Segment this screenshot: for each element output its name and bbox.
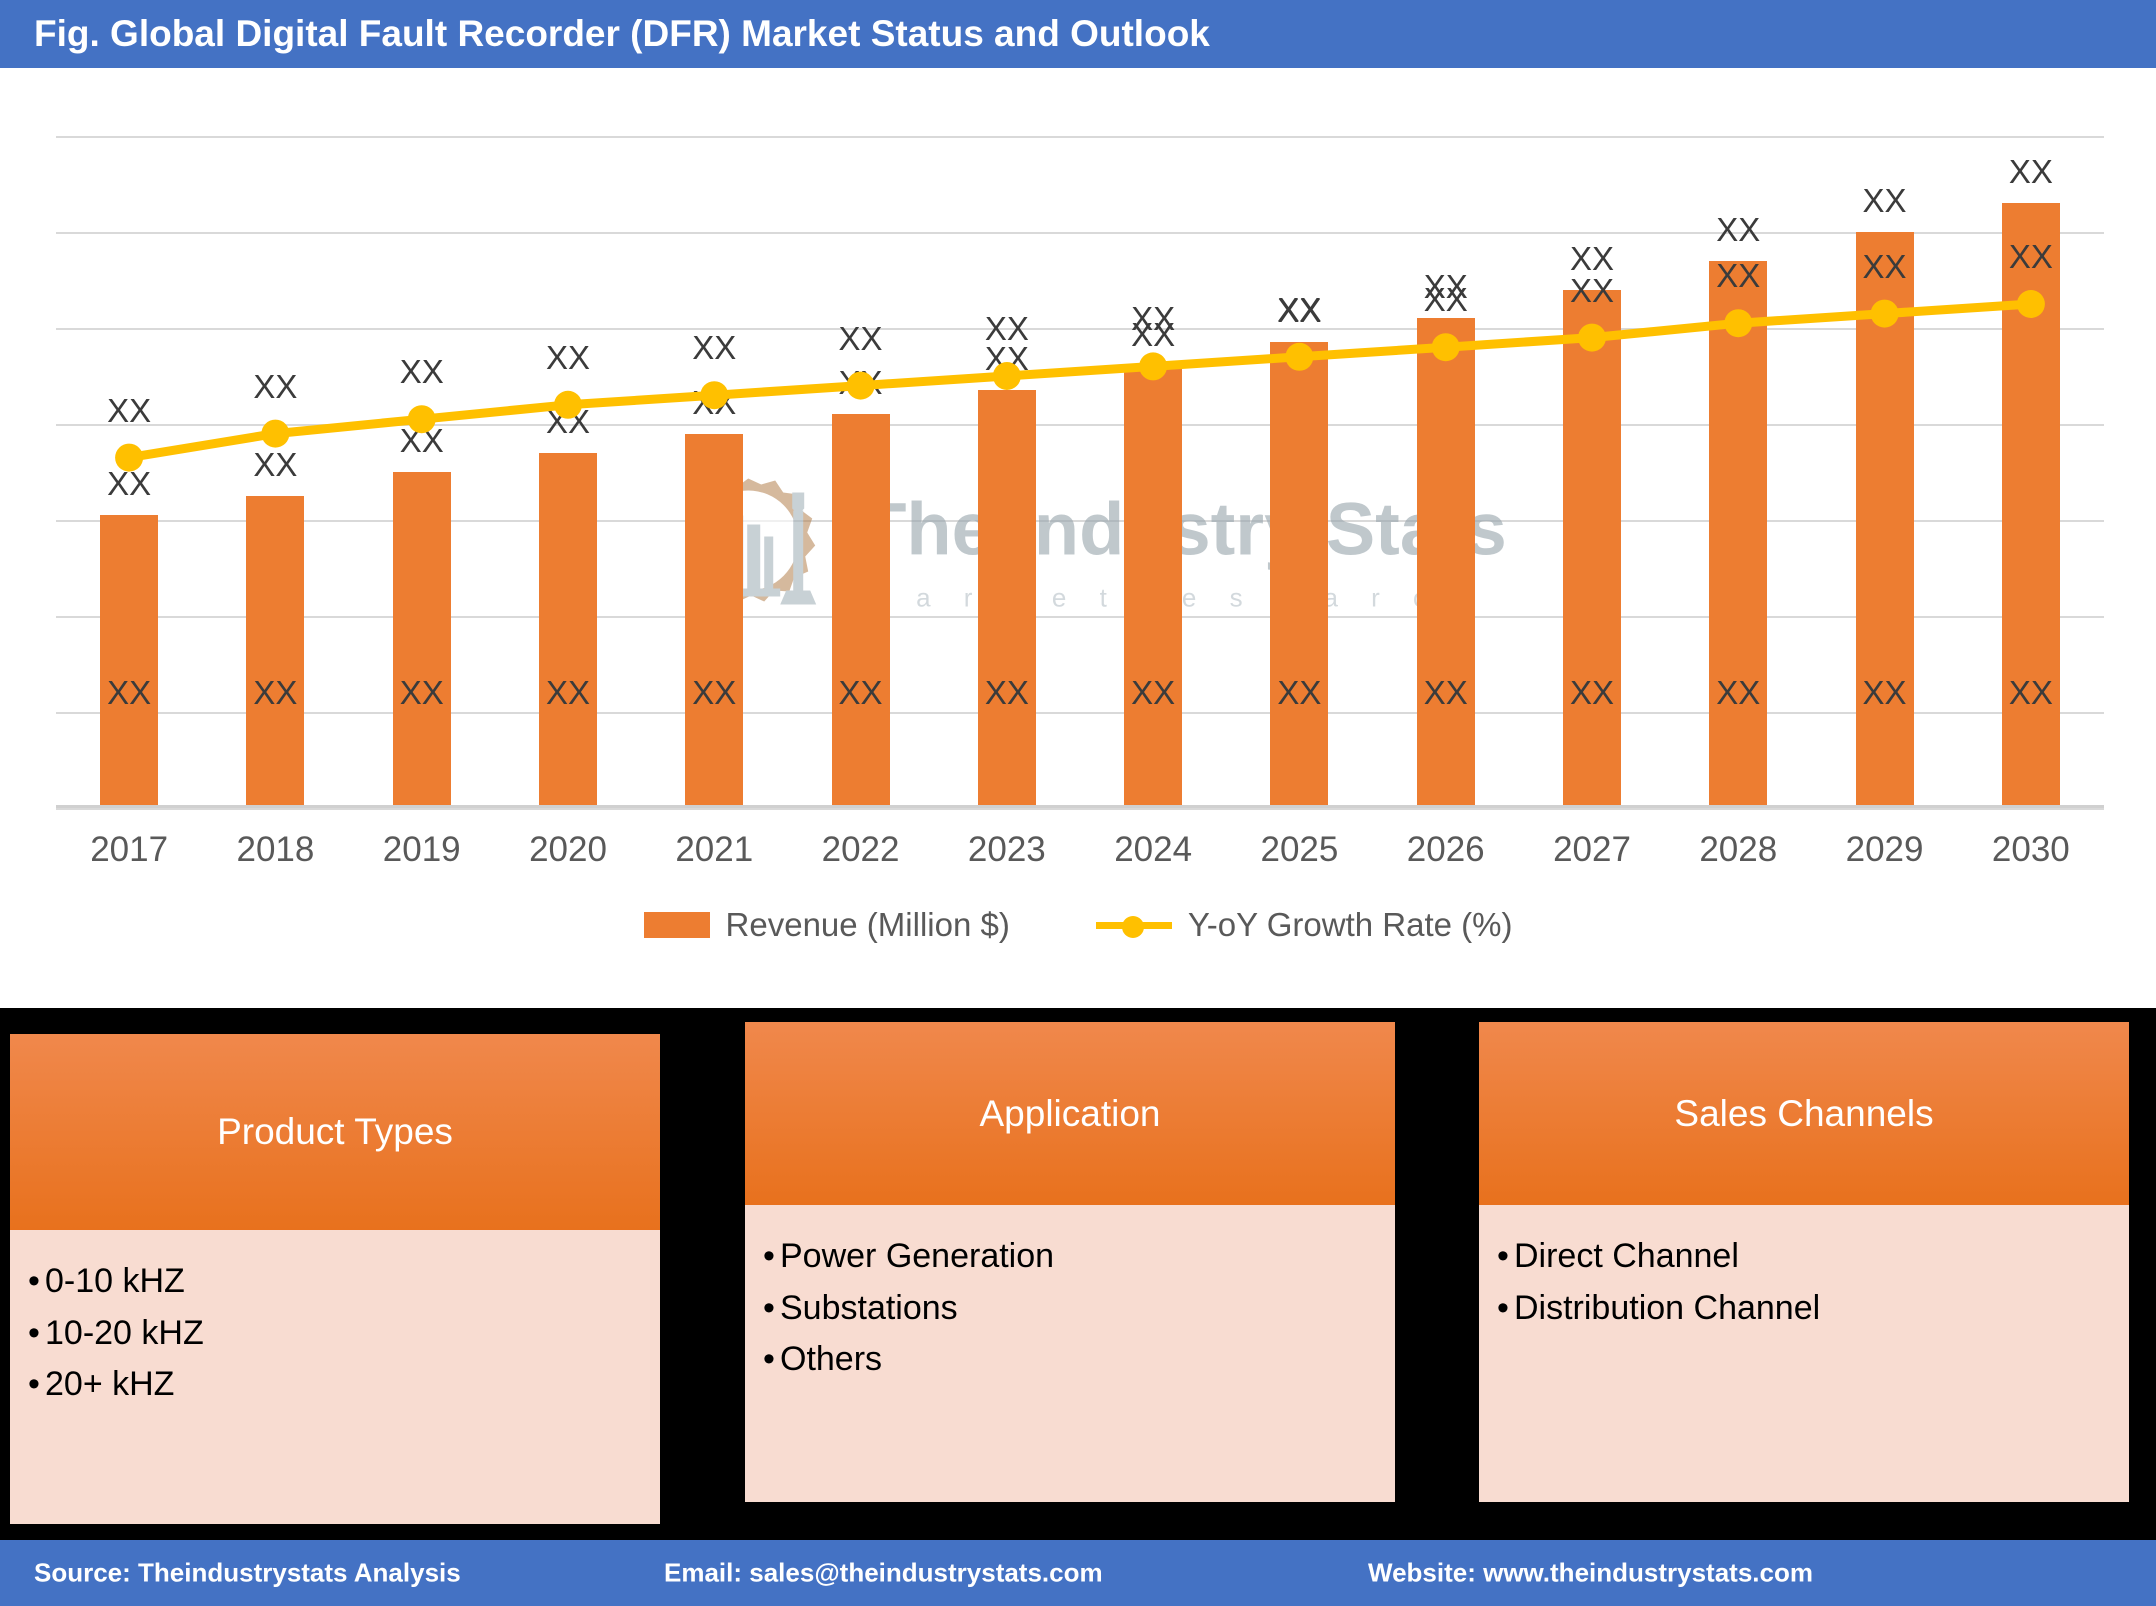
list-item-label: 20+ kHZ xyxy=(45,1365,175,1404)
list-item-label: Others xyxy=(780,1340,883,1379)
line-marker xyxy=(700,381,729,410)
x-axis-tick-label: 2018 xyxy=(236,830,315,869)
x-axis-tick-label: 2029 xyxy=(1845,830,1924,869)
line-marker xyxy=(846,371,875,400)
bullet-icon: • xyxy=(28,1365,40,1404)
line-marker xyxy=(1431,333,1460,362)
x-axis-labels: 2017 2018 2019 2020 2021 2022 2023 2024 2025 2026… xyxy=(56,830,2104,880)
line-point-label: XX xyxy=(545,338,591,376)
footer-bar: Source: Theindustrystats Analysis Email:… xyxy=(0,1540,2156,1606)
line-point-label: XX xyxy=(399,353,444,391)
line-point-label: XX xyxy=(1862,247,1907,285)
line-marker xyxy=(1285,342,1314,371)
title-bar: Fig. Global Digital Fault Recorder (DFR)… xyxy=(0,0,2156,68)
panel-title: Sales Channels xyxy=(1674,1092,1934,1134)
panel-sales-channels: Sales Channels • Direct Channel • Distribu… xyxy=(1479,1022,2129,1502)
panel-header: Product Types xyxy=(10,1034,660,1230)
line-point-label: XX xyxy=(1716,257,1761,295)
panel-body: • Direct Channel • Distribution Channel xyxy=(1479,1205,2129,1334)
line-marker xyxy=(407,405,436,434)
list-item-label: 0-10 kHZ xyxy=(45,1262,185,1300)
list-item: • Others xyxy=(763,1334,1395,1386)
line-marker xyxy=(992,362,1021,390)
list-item-label: Substations xyxy=(780,1288,958,1327)
x-axis-tick-label: 2030 xyxy=(1991,830,2070,869)
line-point-label: XX xyxy=(107,391,152,429)
segments-band: Product Types • 0-10 kHZ • 10-20 kHZ • 20+ … xyxy=(0,1008,2156,1540)
legend-label: Revenue (Million $) xyxy=(725,906,1010,943)
list-item: • Power Generation xyxy=(763,1231,1395,1283)
line-marker xyxy=(1139,352,1168,381)
panel-body: • 0-10 kHZ • 10-20 kHZ • 20+ kHZ xyxy=(10,1230,660,1411)
bullet-icon: • xyxy=(763,1340,775,1379)
line-point-label: XX xyxy=(984,310,1029,347)
panel-product-types: Product Types • 0-10 kHZ • 10-20 kHZ • 20+ … xyxy=(10,1034,660,1524)
bullet-icon: • xyxy=(763,1237,775,1275)
list-item-label: Distribution Channel xyxy=(1514,1288,1821,1327)
list-item: • 20+ kHZ xyxy=(28,1359,660,1411)
panel-header: Sales Channels xyxy=(1479,1022,2129,1205)
panel-application: Application • Power Generation • Substatio… xyxy=(745,1022,1395,1502)
x-axis-tick-label: 2022 xyxy=(821,830,900,869)
line-marker xyxy=(1870,299,1899,328)
bullet-icon: • xyxy=(1497,1288,1509,1327)
line-point-label: XX xyxy=(2008,238,2053,275)
x-axis-tick-label: 2027 xyxy=(1553,830,1631,869)
line-marker xyxy=(115,443,144,472)
line-point-label: XX xyxy=(838,319,883,357)
list-item: • Direct Channel xyxy=(1497,1231,2129,1283)
plot-area: The Industry Stats m a r k e t r e s e a… xyxy=(56,136,2104,810)
x-axis-tick-label: 2026 xyxy=(1406,830,1485,869)
line-series xyxy=(115,290,2045,472)
legend-item[interactable]: Revenue (Million $) xyxy=(643,906,1010,944)
panel-body: • Power Generation • Substations • Others xyxy=(745,1205,1395,1386)
list-item-label: 10-20 kHZ xyxy=(45,1313,204,1352)
line-point-label: XX xyxy=(1131,300,1176,338)
x-axis-tick-label: 2019 xyxy=(382,830,461,869)
bullet-icon: • xyxy=(763,1288,775,1327)
x-axis-tick-label: 2017 xyxy=(90,830,169,869)
x-axis-tick-label: 2021 xyxy=(675,830,754,869)
list-item-label: Power Generation xyxy=(780,1237,1055,1275)
bullet-icon: • xyxy=(28,1313,40,1352)
footer-website[interactable]: Website: www.theindustrystats.com xyxy=(1368,1558,1813,1589)
line-point-label: XX xyxy=(1277,290,1322,328)
legend-label: Y-oY Growth Rate (%) xyxy=(1187,906,1513,943)
list-item: • Distribution Channel xyxy=(1497,1283,2129,1335)
x-axis-tick-label: 2024 xyxy=(1114,830,1193,869)
figure-page: Fig. Global Digital Fault Recorder (DFR)… xyxy=(0,0,2156,1606)
chart-legend: Revenue (Million $) Y-oY Growth Rate (%) xyxy=(0,906,2156,944)
list-item: • Substations xyxy=(763,1283,1395,1335)
x-axis-tick-label: 2023 xyxy=(967,830,1046,869)
footer-email[interactable]: Email: sales@theindustrystats.com xyxy=(664,1558,1103,1589)
line-point-label: XX xyxy=(1423,281,1468,319)
line-point-label: XX xyxy=(253,367,298,405)
line-marker xyxy=(2016,290,2045,318)
panel-title: Application xyxy=(979,1092,1161,1134)
line-marker xyxy=(554,390,582,419)
x-axis-tick-label: 2020 xyxy=(529,830,607,869)
legend-item[interactable]: Y-oY Growth Rate (%) xyxy=(1095,906,1513,944)
panel-title: Product Types xyxy=(217,1111,453,1152)
line-marker xyxy=(1578,323,1606,352)
list-item-label: Direct Channel xyxy=(1514,1237,1739,1275)
panel-header: Application xyxy=(745,1022,1395,1205)
page-title: Fig. Global Digital Fault Recorder (DFR)… xyxy=(34,13,1210,54)
bar-swatch-icon xyxy=(643,912,710,938)
line-marker xyxy=(261,419,290,448)
line-marker xyxy=(1724,309,1753,338)
chart-container: The Industry Stats m a r k e t r e s e a… xyxy=(0,68,2156,1008)
gridline xyxy=(56,808,2104,810)
list-item: • 0-10 kHZ xyxy=(28,1256,660,1308)
footer-source: Source: Theindustrystats Analysis xyxy=(34,1557,461,1588)
x-axis-tick-label: 2028 xyxy=(1699,830,1778,869)
line-marker-icon xyxy=(1095,912,1172,938)
line-point-label: XX xyxy=(1569,271,1615,309)
bullet-icon: • xyxy=(1497,1237,1509,1275)
list-item: • 10-20 kHZ xyxy=(28,1308,660,1360)
bullet-icon: • xyxy=(28,1262,40,1300)
x-axis-tick-label: 2025 xyxy=(1260,830,1339,869)
x-axis-line xyxy=(56,805,2104,808)
line-point-label: XX xyxy=(692,329,737,367)
